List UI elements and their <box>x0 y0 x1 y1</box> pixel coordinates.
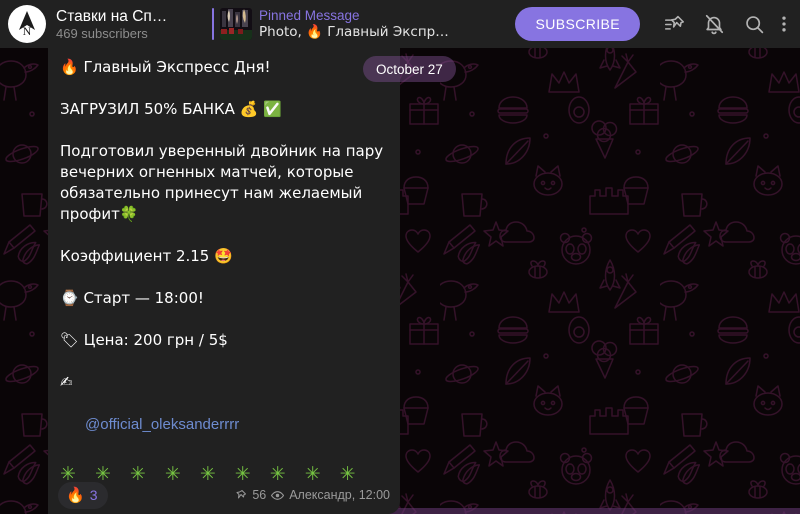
telegram-channel-view: October 27 🔥 Главный Экспресс Дня! ЗАГРУ… <box>0 0 800 514</box>
reaction-count: 3 <box>89 487 98 503</box>
channel-message[interactable]: 🔥 Главный Экспресс Дня! ЗАГРУЗИЛ 50% БАН… <box>48 48 400 514</box>
message-footer: 🔥 3 56 Александр, 12:00 <box>48 476 400 514</box>
message-body: 🔥 Главный Экспресс Дня! ЗАГРУЗИЛ 50% БАН… <box>60 58 384 391</box>
avatar[interactable]: N <box>8 5 46 43</box>
pinned-label: Pinned Message <box>259 8 360 23</box>
message-meta: 56 Александр, 12:00 <box>235 488 390 502</box>
pinned-preview: Photo, 🔥 Главный Экспресс … <box>259 24 449 40</box>
reaction-fire[interactable]: 🔥 3 <box>58 481 109 509</box>
pinned-thumbnail[interactable] <box>220 8 252 40</box>
subscribe-button[interactable]: SUBSCRIBE <box>515 7 640 41</box>
message-signature: Александр, 12:00 <box>289 488 390 502</box>
channel-info[interactable]: Ставки на Сп… 469 subscribers <box>56 7 206 42</box>
eye-icon <box>271 489 285 502</box>
channel-title: Ставки на Сп… <box>56 7 168 25</box>
compass-north-logo-icon: N <box>10 7 44 41</box>
bell-muted-icon[interactable] <box>694 4 734 44</box>
more-vertical-icon[interactable] <box>774 4 796 44</box>
views-count: 56 <box>252 488 267 502</box>
pin-icon <box>235 489 247 501</box>
svg-text:N: N <box>23 24 32 38</box>
fire-icon: 🔥 <box>66 486 85 504</box>
search-icon[interactable] <box>734 4 774 44</box>
pinned-messages-icon[interactable] <box>654 4 694 44</box>
channel-header: N Ставки на Сп… 469 subscribers Pinned M… <box>0 0 800 48</box>
pinned-accent-bar <box>212 8 214 40</box>
pinned-texts: Pinned Message Photo, 🔥 Главный Экспресс… <box>259 7 449 41</box>
date-separator: October 27 <box>363 56 456 82</box>
pinned-message-banner[interactable]: Pinned Message Photo, 🔥 Главный Экспресс… <box>212 4 515 44</box>
mention-link[interactable]: @official_oleksanderrrr <box>85 416 239 433</box>
stadium-flares-photo-icon <box>220 8 252 40</box>
subscriber-count: 469 subscribers <box>56 25 148 41</box>
